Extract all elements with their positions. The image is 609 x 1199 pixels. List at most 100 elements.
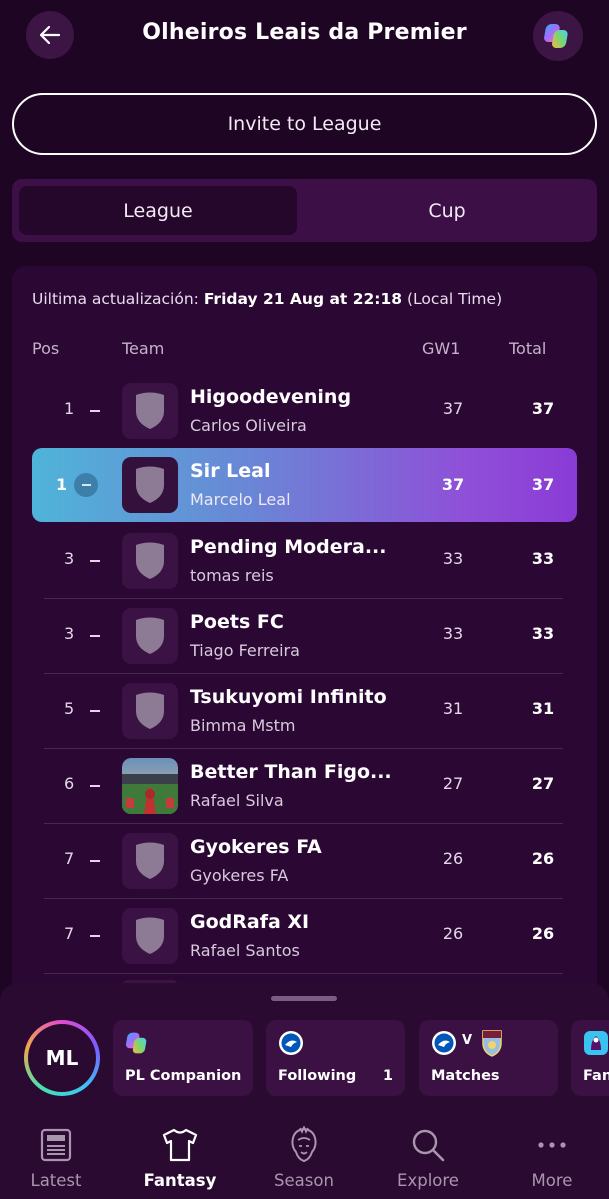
manager-name: Rafael Silva bbox=[190, 791, 284, 810]
total-points: 33 bbox=[531, 624, 555, 643]
movement-neutral-icon bbox=[90, 860, 100, 862]
team-name: Gyokeres FA bbox=[190, 836, 322, 858]
newspaper-icon bbox=[36, 1125, 76, 1165]
team-crest bbox=[122, 908, 178, 964]
shirt-icon bbox=[160, 1125, 200, 1165]
more-dots-icon bbox=[532, 1125, 572, 1165]
column-header-team: Team bbox=[122, 339, 165, 358]
table-row[interactable]: 3 Pending Modera... tomas reis 33 33 bbox=[44, 524, 563, 599]
position: 1 bbox=[56, 475, 68, 494]
team-name: Pending Modera... bbox=[190, 536, 387, 558]
team-name: Sir Leal bbox=[190, 460, 271, 482]
table-row[interactable]: 6 Better Than Figo... Rafael Silva 27 27 bbox=[44, 749, 563, 824]
team-name: Poets FC bbox=[190, 611, 284, 633]
versus-label: V bbox=[462, 1033, 473, 1048]
tab-league[interactable]: League bbox=[19, 186, 297, 235]
movement-neutral-icon bbox=[90, 785, 100, 787]
last-updated-prefix: Uiltima actualización: bbox=[32, 290, 204, 308]
manager-name: Carlos Oliveira bbox=[190, 416, 307, 435]
invite-to-league-button[interactable]: Invite to League bbox=[12, 93, 597, 155]
gameweek-points: 31 bbox=[442, 699, 464, 718]
team-crest bbox=[122, 758, 178, 814]
team-crest bbox=[122, 683, 178, 739]
gameweek-points: 26 bbox=[442, 924, 464, 943]
team-crest bbox=[122, 457, 178, 513]
nav-label: Explore bbox=[397, 1171, 459, 1190]
gameweek-points: 27 bbox=[442, 774, 464, 793]
standings-panel: Uiltima actualización: Friday 21 Aug at … bbox=[12, 266, 597, 1026]
copilot-icon bbox=[544, 24, 568, 48]
matches-card[interactable]: V Matches bbox=[419, 1020, 558, 1096]
last-updated: Uiltima actualización: Friday 21 Aug at … bbox=[32, 290, 502, 308]
nav-label: More bbox=[531, 1171, 573, 1190]
assistant-button[interactable] bbox=[533, 11, 583, 61]
tab-cup[interactable]: Cup bbox=[303, 186, 591, 235]
team-name: Tsukuyomi Infinito bbox=[190, 686, 387, 708]
movement-neutral-icon bbox=[90, 410, 100, 412]
lion-icon bbox=[284, 1125, 324, 1165]
table-row[interactable]: 7 Gyokeres FA Gyokeres FA 26 26 bbox=[44, 824, 563, 899]
brighton-badge-icon bbox=[432, 1031, 456, 1055]
table-row[interactable]: 3 Poets FC Tiago Ferreira 33 33 bbox=[44, 599, 563, 674]
last-updated-suffix: (Local Time) bbox=[402, 290, 503, 308]
gameweek-points: 33 bbox=[442, 624, 464, 643]
team-name: Higoodevening bbox=[190, 386, 352, 408]
gameweek-points: 37 bbox=[442, 399, 464, 418]
position: 5 bbox=[64, 699, 75, 718]
team-crest bbox=[122, 833, 178, 889]
premier-league-icon bbox=[584, 1031, 608, 1055]
nav-season[interactable]: Season bbox=[249, 1125, 359, 1199]
total-points: 26 bbox=[531, 849, 555, 868]
aston-villa-badge-icon bbox=[482, 1030, 502, 1057]
table-row-my-team[interactable]: 1 Sir Leal Marcelo Leal 37 37 bbox=[32, 448, 577, 522]
nav-more[interactable]: More bbox=[497, 1125, 607, 1199]
pl-companion-card[interactable]: PL Companion bbox=[113, 1020, 253, 1096]
card-label: PL Companion bbox=[125, 1068, 242, 1084]
search-icon bbox=[408, 1125, 448, 1165]
table-row[interactable]: 7 GodRafa XI Rafael Santos 26 26 bbox=[44, 899, 563, 974]
column-header-gw: GW1 bbox=[422, 339, 461, 358]
total-points: 37 bbox=[531, 475, 555, 494]
position: 7 bbox=[64, 924, 75, 943]
nav-label: Latest bbox=[30, 1171, 82, 1190]
nav-explore[interactable]: Explore bbox=[373, 1125, 483, 1199]
manager-name: Marcelo Leal bbox=[190, 490, 291, 509]
gameweek-points: 37 bbox=[441, 475, 465, 494]
position: 7 bbox=[64, 849, 75, 868]
card-label: Following bbox=[278, 1068, 357, 1084]
card-label: Fan bbox=[583, 1068, 609, 1084]
team-name: GodRafa XI bbox=[190, 911, 310, 933]
fan-card[interactable]: Fan bbox=[571, 1020, 609, 1096]
nav-latest[interactable]: Latest bbox=[1, 1125, 111, 1199]
manager-name: Gyokeres FA bbox=[190, 866, 289, 885]
team-crest bbox=[122, 533, 178, 589]
manager-name: Tiago Ferreira bbox=[190, 641, 300, 660]
team-name: Better Than Figo... bbox=[190, 761, 390, 783]
column-header-pos: Pos bbox=[32, 339, 60, 358]
total-points: 26 bbox=[531, 924, 555, 943]
drag-handle[interactable] bbox=[271, 996, 337, 1001]
gameweek-points: 26 bbox=[442, 849, 464, 868]
manager-name: Bimma Mstm bbox=[190, 716, 296, 735]
manager-name: tomas reis bbox=[190, 566, 274, 585]
nav-label: Season bbox=[274, 1171, 334, 1190]
page-title: Olheiros Leais da Premier bbox=[142, 20, 467, 45]
table-row[interactable]: 5 Tsukuyomi Infinito Bimma Mstm 31 31 bbox=[44, 674, 563, 749]
table-row[interactable]: 1 Higoodevening Carlos Oliveira 37 37 bbox=[44, 374, 563, 449]
following-card[interactable]: Following 1 bbox=[266, 1020, 405, 1096]
top-bar: Olheiros Leais da Premier bbox=[0, 0, 609, 72]
team-crest bbox=[122, 608, 178, 664]
column-header-total: Total bbox=[509, 339, 547, 358]
following-count: 1 bbox=[382, 1068, 393, 1084]
position: 3 bbox=[64, 624, 75, 643]
avatar[interactable]: ML bbox=[24, 1020, 100, 1096]
total-points: 31 bbox=[531, 699, 555, 718]
movement-neutral-icon bbox=[90, 710, 100, 712]
nav-fantasy[interactable]: Fantasy bbox=[125, 1125, 235, 1199]
position: 3 bbox=[64, 549, 75, 568]
movement-neutral-icon bbox=[90, 560, 100, 562]
gameweek-points: 33 bbox=[442, 549, 464, 568]
card-label: Matches bbox=[431, 1068, 500, 1084]
position: 6 bbox=[64, 774, 75, 793]
nav-label: Fantasy bbox=[143, 1171, 217, 1190]
